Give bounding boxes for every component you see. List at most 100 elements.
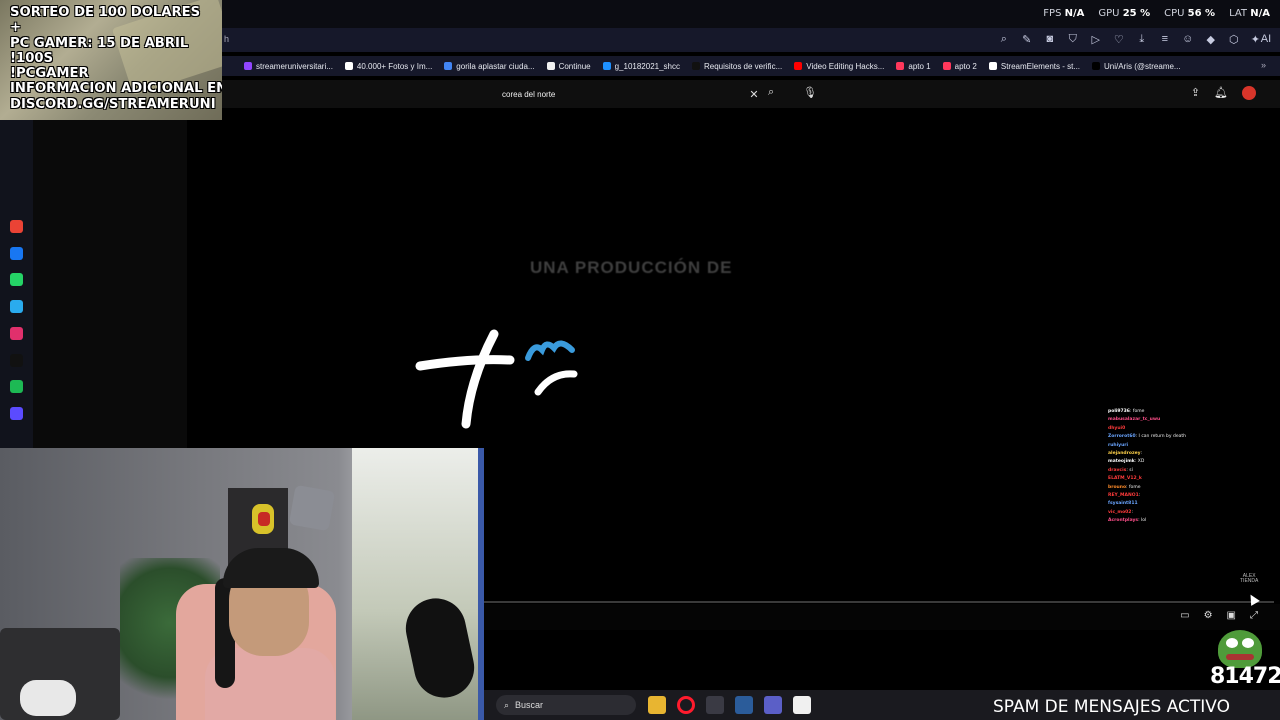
bell-icon[interactable]: 🔔︎ [1214,86,1228,100]
chat-message: fsysaint811 [1108,500,1208,508]
streamer-cap [223,548,319,588]
bookmark-item[interactable]: g_10182021_shcc [602,62,680,71]
chat-username: mateojimk [1108,459,1135,465]
teams-icon[interactable] [764,696,782,714]
extension-icon[interactable]: ◆ [1205,33,1217,46]
viewer-count: 814722 [1210,664,1280,689]
app-grid-icon[interactable] [706,696,724,714]
bookmark-item[interactable]: Continue [546,61,591,71]
chat-username: poli9736 [1108,409,1130,414]
chat-message: dravcis: sí [1108,467,1208,475]
store-icon[interactable] [793,696,811,714]
theater-icon[interactable]: ▣ [1227,610,1236,621]
bookmark-label: Uni/Aris (@streame... [1104,61,1181,71]
bookmark-item[interactable]: Video Editing Hacks... [794,62,884,71]
ai-label: AI [1260,33,1272,45]
player-icon[interactable] [10,406,23,420]
chat-username: ELATM_V12_k [1108,476,1142,482]
chat-username: REY_MANO1 [1108,493,1139,499]
bookmarks-overflow-icon[interactable]: » [1261,60,1266,70]
address-fragment[interactable]: h [224,34,229,44]
bookmark-favicon-icon [942,62,951,70]
chat-message: mabusalazar_tc_uwu [1108,416,1208,424]
game-controller [20,680,76,716]
bookmark-item[interactable]: 40.000+ Fotos y Im... [344,61,433,71]
logo-comma [534,370,578,396]
spotify-icon[interactable] [10,380,23,394]
profile-icon[interactable]: ☺ [1182,33,1194,45]
instagram-icon[interactable] [10,326,23,340]
shield-icon[interactable]: ⛉ [1067,33,1079,45]
video-progress-bar[interactable] [484,601,1274,603]
taskbar-search[interactable]: ⌕ Buscar [496,695,636,715]
bookmark-label: Continue [558,61,591,71]
heart-icon[interactable]: ♡ [1113,33,1125,46]
chat-message: poli9736: fome [1108,408,1208,416]
bookmark-item[interactable]: Uni/Aris (@streame... [1092,62,1181,71]
browser-titlebar: FPS N/A GPU 25 % CPU 56 % LAT N/A [222,0,1280,28]
browser-toolbar: h ⌕ ✎ ◙ ⛉ ▷ ♡ ⤓ ≡ ☺ ◆ ⬡ ✦ AI [222,28,1280,52]
chat-username: brouno [1108,484,1127,490]
bookmark-favicon-icon [444,62,453,70]
play-icon[interactable]: ▷ [1090,33,1102,46]
chat-text: : [1131,509,1133,515]
toy-figure-red [258,512,270,526]
production-logo [415,329,578,429]
bookmark-item[interactable]: apto 2 [942,62,977,71]
gear-icon[interactable]: ⚙ [1204,610,1213,621]
fullscreen-icon[interactable]: ⤢ [1250,610,1258,621]
captions-icon[interactable]: ▭ [1180,610,1189,621]
capture-icon[interactable] [735,696,753,714]
bookmark-favicon-icon [244,62,252,70]
search-input[interactable]: corea del norte [494,90,744,99]
chat-message: alejandrozey: [1108,450,1208,458]
chat-message: Zorrorot60: I can return by death [1108,433,1208,441]
bookmark-item[interactable]: Requisitos de verific... [691,62,782,71]
edit-icon[interactable]: ✎ [1021,33,1033,46]
microphone-icon[interactable]: 🎙︎ [803,86,817,99]
telegram-icon[interactable] [10,300,23,314]
bookmark-favicon-icon [794,62,803,70]
close-icon[interactable]: ✕ [744,88,764,101]
webcam-frame-edge [478,448,484,720]
folder-icon[interactable] [648,696,666,714]
ai-button[interactable]: ✦ AI [1251,33,1272,46]
bookmark-item[interactable]: apto 1 [896,62,931,71]
chat-text: : fome [1126,484,1141,490]
bookmark-label: StreamElements - st... [1000,61,1081,71]
bookmark-label: Video Editing Hacks... [806,61,885,71]
bookmark-favicon-icon [988,62,997,70]
chat-username: Zorrorot60 [1108,434,1136,440]
wall-shelf [288,484,336,532]
player-actions: ▭ ⚙ ▣ ⤢ [1180,610,1258,621]
chat-text: : sí [1126,467,1133,473]
bookmark-item[interactable]: StreamElements - st... [988,61,1081,71]
opera-icon[interactable] [677,696,695,714]
download-icon[interactable]: ⤓ [1136,33,1148,45]
chat-username: alejandrozey [1108,451,1141,457]
bookmark-favicon-icon [896,62,905,70]
chat-username: dhyui0 [1108,425,1126,431]
menu-icon[interactable]: ≡ [1159,33,1171,45]
streamer [205,548,335,720]
messenger-icon[interactable] [10,246,23,260]
chat-message: REY_MANO1: [1108,492,1208,500]
chat-message: dhyui0 [1108,425,1208,433]
search-icon[interactable]: ⌕ [768,86,774,99]
search-bar: corea del norte ✕ [494,84,764,104]
chat-username: ruhiyuri [1108,442,1129,448]
chat-text: : lol [1138,518,1147,524]
bookmark-item[interactable]: streameruniversitari... [244,62,333,71]
bookmark-label: 40.000+ Fotos y Im... [356,61,433,71]
x-icon[interactable] [10,353,23,367]
gmail-icon[interactable] [10,220,23,233]
camera-icon[interactable]: ◙ [1044,33,1056,45]
upload-icon[interactable]: ⇪ [1191,86,1200,100]
lat-label: LAT [1229,8,1248,19]
giveaway-banner: SORTEO DE 100 DOLARES + PC GAMER: 15 DE … [0,0,222,120]
avatar[interactable] [1242,86,1256,100]
whatsapp-icon[interactable] [10,273,23,287]
cube-icon[interactable]: ⬡ [1228,33,1240,46]
bookmark-item[interactable]: gorila aplastar ciuda... [444,62,535,71]
search-icon[interactable]: ⌕ [998,33,1010,45]
